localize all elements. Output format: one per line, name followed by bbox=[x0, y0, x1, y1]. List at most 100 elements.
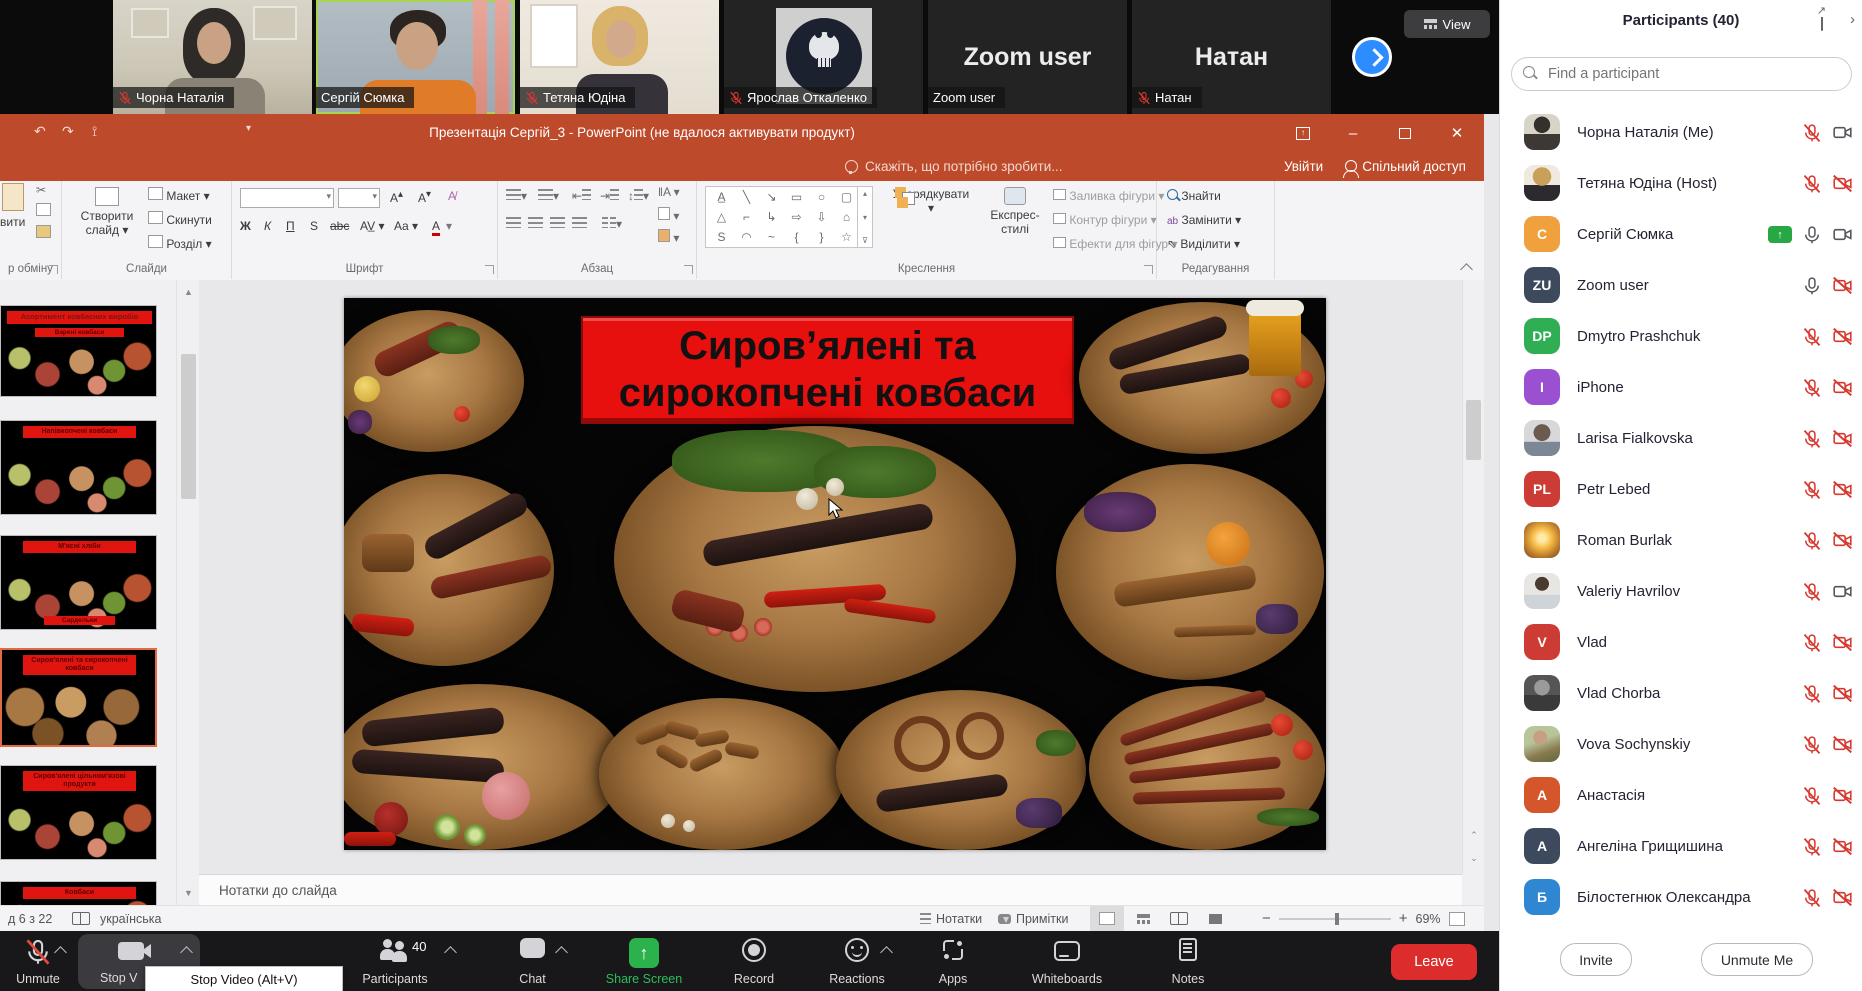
zoom-slider[interactable] bbox=[1279, 918, 1391, 920]
ribbon-display-options-button[interactable]: ↑ bbox=[1286, 121, 1320, 145]
participant-row[interactable]: PLPetr Lebed bbox=[1500, 464, 1862, 515]
previous-slide-icon[interactable]: ⌃ bbox=[1464, 825, 1484, 845]
decrease-indent-icon[interactable]: ⇤ bbox=[572, 189, 591, 203]
find-participant-input[interactable] bbox=[1511, 57, 1852, 91]
notes-toggle[interactable]: Нотатки bbox=[920, 906, 982, 931]
format-painter-icon[interactable] bbox=[36, 225, 51, 241]
paste-label[interactable]: вити bbox=[0, 215, 25, 229]
bold-button[interactable]: Ж bbox=[240, 219, 251, 233]
video-tile[interactable]: Zoom userZoom user bbox=[928, 0, 1127, 114]
participant-row[interactable]: Roman Burlak bbox=[1500, 515, 1862, 566]
record-button[interactable]: Record bbox=[713, 931, 795, 991]
align-text-icon[interactable]: ▾ bbox=[658, 207, 679, 223]
notes-button[interactable]: Notes bbox=[1152, 931, 1224, 991]
font-color-dropdown[interactable]: ▾ bbox=[446, 219, 452, 233]
shadow-button[interactable]: S bbox=[310, 219, 318, 233]
tell-me-box[interactable]: Скажіть, що потрібно зробити... bbox=[845, 151, 1063, 181]
shrink-font-icon[interactable]: A▾ bbox=[418, 189, 431, 205]
participant-row[interactable]: Valeriy Havrilov bbox=[1500, 566, 1862, 617]
participant-row[interactable]: ААнгеліна Грищишина bbox=[1500, 821, 1862, 872]
share-button[interactable]: Спільний доступ bbox=[1345, 159, 1466, 174]
collapse-ribbon-icon[interactable] bbox=[1460, 263, 1473, 276]
quick-styles-button[interactable]: Експрес- стилі bbox=[983, 187, 1047, 236]
grow-font-icon[interactable]: A▴ bbox=[390, 189, 403, 205]
align-left-icon[interactable] bbox=[506, 217, 521, 231]
change-case-button[interactable]: Aa ▾ bbox=[394, 219, 418, 233]
participant-row[interactable]: ААнастасія bbox=[1500, 770, 1862, 821]
current-slide[interactable]: Сиров’ялені та сирокопчені ковбаси bbox=[344, 298, 1326, 850]
leave-button[interactable]: Leave bbox=[1391, 944, 1477, 980]
numbering-icon[interactable]: ▾ bbox=[538, 189, 559, 203]
scrollbar-thumb[interactable] bbox=[1466, 400, 1481, 460]
zoom-out-button[interactable]: − bbox=[1262, 910, 1271, 927]
new-slide-button[interactable]: Створити слайд ▾ bbox=[76, 187, 138, 237]
font-name-select[interactable] bbox=[240, 188, 334, 208]
view-button[interactable]: View bbox=[1404, 10, 1490, 38]
font-dialog-launcher[interactable] bbox=[485, 265, 494, 274]
underline-button[interactable]: П bbox=[286, 219, 295, 233]
minimize-button[interactable]: – bbox=[1336, 121, 1370, 145]
notes-bar[interactable]: Нотатки до слайда bbox=[199, 874, 1462, 905]
powerpoint-titlebar[interactable]: ↶ ↷ ⟟ ▾ Презентація Сергій_3 - PowerPoin… bbox=[0, 114, 1484, 151]
participant-row[interactable]: VVlad bbox=[1500, 617, 1862, 668]
text-direction-icon[interactable]: ‖A ▾ bbox=[658, 185, 680, 199]
fit-to-window-icon[interactable] bbox=[1449, 912, 1465, 926]
video-tile[interactable]: Чорна Наталія bbox=[113, 0, 312, 114]
next-slide-icon[interactable]: ⌄ bbox=[1464, 848, 1484, 868]
line-spacing-icon[interactable]: ↕▾ bbox=[628, 189, 649, 203]
align-right-icon[interactable] bbox=[550, 217, 565, 231]
participant-row[interactable]: Чорна Наталія (Me) bbox=[1500, 107, 1862, 158]
participant-row[interactable]: Vlad Chorba bbox=[1500, 668, 1862, 719]
unmute-button[interactable]: Unmute bbox=[2, 931, 74, 991]
language-indicator[interactable]: українська bbox=[100, 906, 161, 931]
participant-row[interactable]: IiPhone bbox=[1500, 362, 1862, 413]
video-tile[interactable]: Сергій Сюмка bbox=[316, 0, 515, 114]
cut-icon[interactable]: ✂ bbox=[36, 183, 46, 197]
reading-view-button[interactable] bbox=[1162, 906, 1196, 931]
apps-button[interactable]: Apps bbox=[920, 931, 986, 991]
normal-view-button[interactable] bbox=[1090, 906, 1124, 931]
next-videos-button[interactable] bbox=[1352, 37, 1392, 77]
copy-icon[interactable] bbox=[36, 203, 51, 219]
columns-icon[interactable]: ▾ bbox=[602, 217, 622, 231]
close-button[interactable]: ✕ bbox=[1440, 121, 1474, 145]
arrange-button[interactable]: Упорядкувати▾ bbox=[883, 187, 979, 215]
participant-row[interactable]: Larisa Fialkovska bbox=[1500, 413, 1862, 464]
canvas-scrollbar[interactable]: ⌃ ⌄ bbox=[1462, 280, 1484, 874]
zoom-slider-thumb[interactable] bbox=[1335, 913, 1339, 925]
thumbnail-scrollbar[interactable]: ▲ ▼ bbox=[176, 280, 199, 905]
bullets-icon[interactable]: ▾ bbox=[506, 189, 527, 203]
video-tile[interactable]: Тетяна Юдіна bbox=[520, 0, 719, 114]
slide-thumbnail[interactable]: М'ясні хлібиСардельки bbox=[0, 535, 157, 630]
restore-button[interactable] bbox=[1388, 121, 1422, 145]
smartart-icon[interactable]: ▾ bbox=[658, 229, 679, 245]
font-size-select[interactable] bbox=[338, 188, 380, 208]
shapes-gallery-scrollbar[interactable]: ▴▾⊽ bbox=[857, 187, 872, 247]
comments-toggle[interactable]: Примітки bbox=[998, 906, 1068, 931]
strikethrough-button[interactable]: abc bbox=[330, 219, 349, 233]
increase-indent-icon[interactable]: ⇥ bbox=[600, 189, 619, 203]
whiteboards-button[interactable]: Whiteboards bbox=[1012, 931, 1122, 991]
slideshow-button[interactable] bbox=[1198, 906, 1232, 931]
shape-outline-button[interactable]: Контур фігури ▾ bbox=[1053, 213, 1157, 227]
replace-button[interactable]: ab Замінити ▾ bbox=[1167, 213, 1241, 227]
zoom-in-button[interactable]: + bbox=[1399, 910, 1408, 927]
slide-sorter-view-button[interactable] bbox=[1126, 906, 1160, 931]
section-button[interactable]: Розділ ▾ bbox=[148, 235, 212, 251]
paragraph-dialog-launcher[interactable] bbox=[684, 265, 693, 274]
font-color-button[interactable]: А bbox=[432, 219, 440, 236]
reset-button[interactable]: Скинути bbox=[148, 211, 212, 227]
reactions-button[interactable]: Reactions bbox=[812, 931, 902, 991]
participant-row[interactable]: ББілостегнюк Олександра bbox=[1500, 872, 1862, 923]
participant-row[interactable]: CСергій Сюмка↑ bbox=[1500, 209, 1862, 260]
shapes-gallery[interactable]: A̲╲↘▭○▢ △⌐↳⇨⇩⌂ S◠~{}☆ ▴▾⊽ bbox=[705, 186, 873, 248]
slide-thumbnail[interactable]: Напівкопчені ковбаси bbox=[0, 420, 157, 515]
layout-button[interactable]: Макет ▾ bbox=[148, 187, 210, 203]
close-panel-icon[interactable]: › bbox=[1850, 11, 1855, 28]
select-button[interactable]: ⇖ Виділити ▾ bbox=[1167, 237, 1240, 251]
invite-button[interactable]: Invite bbox=[1560, 943, 1632, 976]
drawing-dialog-launcher[interactable] bbox=[1144, 265, 1153, 274]
justify-icon[interactable] bbox=[572, 217, 587, 231]
scrollbar-thumb[interactable] bbox=[181, 354, 196, 499]
participant-row[interactable]: ZUZoom user bbox=[1500, 260, 1862, 311]
